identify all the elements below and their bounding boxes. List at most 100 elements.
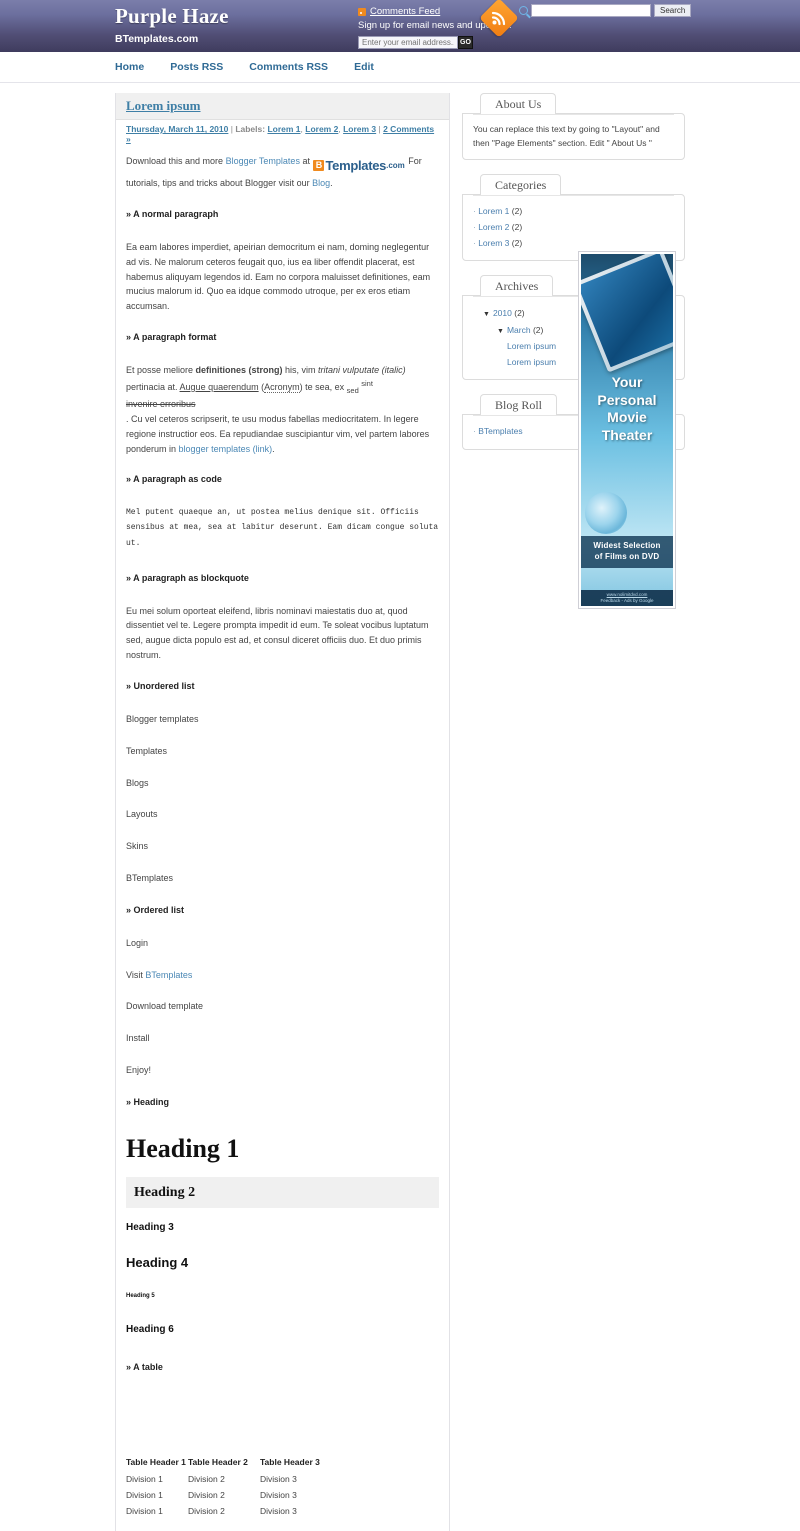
page-outer: Lorem ipsum Thursday, March 11, 2010 | L… — [0, 83, 800, 1531]
section-head-code: » A paragraph as code — [126, 474, 222, 485]
format-italic: tritani vulputate (italic) — [318, 364, 406, 375]
ad-footer: www.nolimitdvd.com Feedback - Ads by Goo… — [581, 590, 673, 606]
search-input[interactable] — [531, 4, 651, 17]
format-strong: definitiones (strong) — [195, 364, 283, 375]
format-superscript: sint — [361, 378, 373, 388]
nav-item-edit[interactable]: Edit — [354, 61, 374, 73]
ad-headline-line-3: Movie — [607, 409, 647, 425]
table-cell: Division 3 — [260, 1489, 297, 1500]
email-go-button[interactable]: GO — [458, 36, 473, 49]
list-item-text: Visit — [126, 969, 146, 980]
ad-banner[interactable]: Your Personal Movie Theater Widest Selec… — [578, 251, 676, 609]
intro-between: at — [299, 156, 313, 166]
list-item: Enjoy! — [126, 1065, 152, 1076]
widget-categories: Categories Lorem 1 (2) Lorem 2 (2) Lorem… — [462, 174, 685, 262]
nav-item-comments-rss[interactable]: Comments RSS — [249, 61, 328, 73]
comments-feed-link[interactable]: Comments Feed — [370, 6, 440, 17]
ad-band: Widest Selection of Films on DVD — [581, 536, 673, 568]
ad-headline-line-2: Personal — [597, 391, 657, 408]
categories-list: Lorem 1 (2) Lorem 2 (2) Lorem 3 (2) — [473, 204, 674, 251]
main-column: Lorem ipsum Thursday, March 11, 2010 | L… — [115, 93, 450, 1531]
section-head-unordered-list: » Unordered list — [126, 680, 195, 691]
ad-feedback-label[interactable]: Feedback - Ads by Google — [581, 598, 673, 603]
table-cell: Division 3 — [260, 1506, 297, 1516]
archive-year-count: (2) — [514, 308, 525, 319]
email-input[interactable] — [358, 36, 458, 49]
intro-end: . — [330, 178, 333, 189]
search-button[interactable]: Search — [654, 4, 692, 17]
ad-headline: Your Personal Movie Theater — [581, 374, 673, 444]
about-text: You can replace this text by going to "L… — [473, 124, 660, 148]
post-title[interactable]: Lorem ipsum — [126, 98, 201, 113]
nav-item-posts-rss[interactable]: Posts RSS — [170, 61, 223, 73]
section-head-table: » A table — [126, 1362, 163, 1373]
demo-table: Table Header 1 Table Header 2 Table Head… — [126, 1455, 320, 1519]
btemplates-list-link[interactable]: BTemplates — [145, 970, 192, 980]
archive-year-link[interactable]: 2010 — [493, 308, 512, 318]
archive-post-link[interactable]: Lorem ipsum — [507, 357, 556, 367]
search-form: Search — [519, 4, 692, 17]
blogger-templates-inline-link[interactable]: blogger templates (link) — [179, 444, 273, 454]
unordered-list-block: Blogger templates Templates Blogs Layout… — [126, 712, 439, 886]
heading-3: Heading 3 — [126, 1221, 174, 1233]
list-item: Login — [126, 937, 149, 948]
post-label-3[interactable]: Lorem 3 — [343, 124, 376, 134]
post-label-1[interactable]: Lorem 1 — [267, 124, 300, 134]
email-subscribe-form: GO — [358, 36, 488, 49]
list-item: BTemplates — [126, 873, 174, 884]
intro-before-link: Download this and more — [126, 156, 226, 166]
archive-post-link[interactable]: Lorem ipsum — [507, 341, 556, 351]
post-title-bar: Lorem ipsum — [116, 93, 449, 120]
format-paragraph: Et posse meliore definitiones (strong) h… — [126, 363, 439, 456]
code-block: Mel putent quaeque an, ut postea melius … — [126, 508, 439, 548]
table-cell: Division 1 — [126, 1473, 163, 1484]
section-head-normal-paragraph: » A normal paragraph — [126, 209, 219, 220]
table-header-cell: Table Header 1 — [126, 1456, 186, 1467]
post-date[interactable]: Thursday, March 11, 2010 — [126, 124, 228, 134]
post-label-2[interactable]: Lorem 2 — [305, 124, 338, 134]
heading-5: Heading 5 — [126, 1292, 155, 1299]
heading-6: Heading 6 — [126, 1323, 174, 1335]
btemplates-logo-word: Templates — [325, 157, 387, 173]
section-head-ordered-list: » Ordered list — [126, 904, 185, 915]
widget-title: Archives — [495, 279, 539, 294]
post-intro-paragraph: Download this and more Blogger Templates… — [126, 154, 439, 191]
blog-link[interactable]: Blog — [312, 178, 330, 188]
table-cell: Division 3 — [260, 1473, 297, 1484]
ad-screen-graphic — [581, 254, 673, 373]
widget-header: Categories — [480, 174, 562, 196]
table-row: Division 1 Division 2 Division 3 — [126, 1471, 320, 1487]
format-underline: Augue quaerendum — [179, 381, 259, 392]
ad-url-link[interactable]: www.nolimitdvd.com — [581, 592, 673, 597]
blog-subtitle: BTemplates.com — [115, 33, 199, 45]
ordered-list-block: Login Visit BTemplates Download template… — [126, 936, 439, 1078]
chevron-down-icon[interactable]: ▼ — [497, 328, 504, 335]
ad-headline-line-1: Your — [611, 374, 643, 390]
widget-about-us: About Us You can replace this text by go… — [462, 93, 685, 161]
archive-month-link[interactable]: March — [507, 325, 531, 335]
table-cell: Division 1 — [126, 1506, 163, 1516]
format-subscript: sed — [346, 385, 359, 395]
category-link[interactable]: Lorem 1 — [478, 206, 509, 216]
nav-list: Home Posts RSS Comments RSS Edit — [115, 61, 374, 73]
format-acronym: Acronym — [264, 381, 300, 393]
widget-header: Archives — [480, 275, 554, 297]
list-item: Lorem 2 (2) — [473, 220, 674, 236]
widget-body: You can replace this text by going to "L… — [462, 113, 685, 161]
list-item: Visit BTemplates — [126, 968, 439, 983]
list-item: Lorem 3 (2) — [473, 236, 674, 252]
category-link[interactable]: Lorem 3 — [478, 238, 509, 248]
heading-1: Heading 1 — [126, 1133, 240, 1163]
list-item: Layouts — [126, 809, 158, 820]
format-text-g: . — [272, 443, 275, 454]
table-cell: Division 2 — [188, 1506, 225, 1516]
category-link[interactable]: Lorem 2 — [478, 222, 509, 232]
btemplates-logo-mark: B — [313, 160, 325, 171]
ad-band-line-2: of Films on DVD — [594, 552, 660, 562]
nav-item-home[interactable]: Home — [115, 61, 144, 73]
blogroll-link[interactable]: BTemplates — [478, 426, 522, 436]
blogger-templates-link[interactable]: Blogger Templates — [226, 156, 300, 166]
format-strikethrough: invenire erroribus — [126, 398, 196, 409]
site-header: Purple Haze BTemplates.com Comments Feed… — [0, 0, 800, 52]
chevron-down-icon[interactable]: ▼ — [483, 311, 490, 318]
